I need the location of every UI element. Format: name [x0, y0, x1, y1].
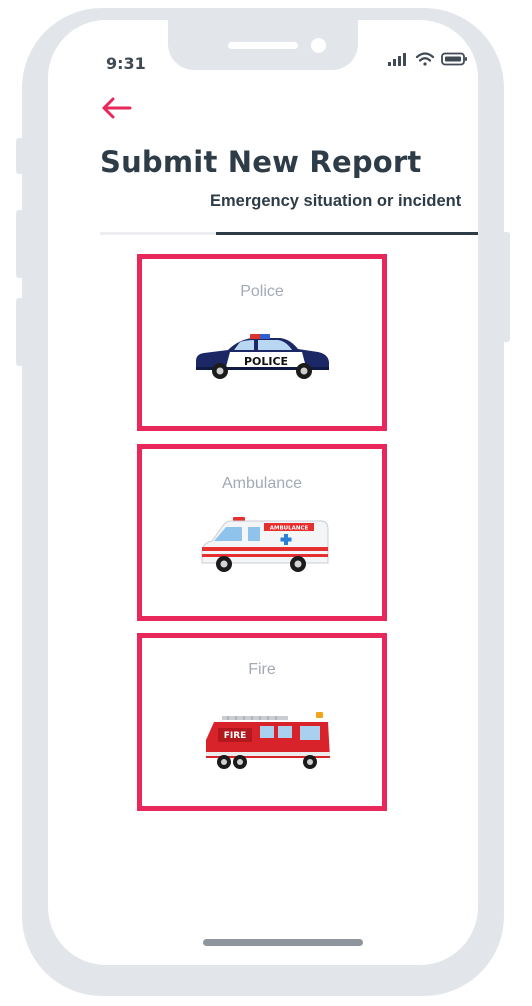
option-label: Fire [248, 661, 276, 678]
status-time: 9:31 [106, 54, 146, 73]
notch [168, 20, 358, 70]
home-indicator[interactable] [203, 939, 363, 946]
police-car-text: POLICE [244, 355, 288, 368]
option-label: Police [240, 283, 284, 300]
progress-fill [216, 232, 478, 235]
status-icons [388, 50, 472, 68]
wifi-icon [415, 52, 435, 66]
police-car-icon: POLICE [194, 331, 330, 388]
phone-volume-down [16, 298, 24, 366]
page-title: Submit New Report [100, 145, 422, 179]
option-card-ambulance[interactable]: Ambulance AMBULANCE [137, 444, 387, 621]
arrow-left-icon [102, 97, 132, 119]
speaker-grille [228, 42, 298, 49]
signal-icon [388, 53, 406, 66]
option-card-police[interactable]: Police POLICE [137, 254, 387, 431]
phone-volume-up [16, 210, 24, 278]
step-label: Emergency situation or incident [210, 192, 462, 210]
phone-power-button [502, 232, 510, 342]
front-camera [311, 38, 326, 53]
ambulance-icon: AMBULANCE [200, 513, 330, 580]
battery-icon [441, 52, 467, 66]
option-label: Ambulance [221, 475, 303, 492]
fire-truck-icon: FIRE [200, 710, 334, 777]
ambulance-text: AMBULANCE [270, 526, 309, 532]
progress-track [100, 232, 216, 235]
option-card-fire[interactable]: Fire FIRE [137, 633, 387, 811]
back-button[interactable] [100, 95, 132, 121]
fire-truck-text: FIRE [224, 731, 247, 741]
app-screen: 9:31 Submit New Report Emergency situati… [48, 20, 478, 965]
phone-mute-switch [16, 138, 24, 174]
